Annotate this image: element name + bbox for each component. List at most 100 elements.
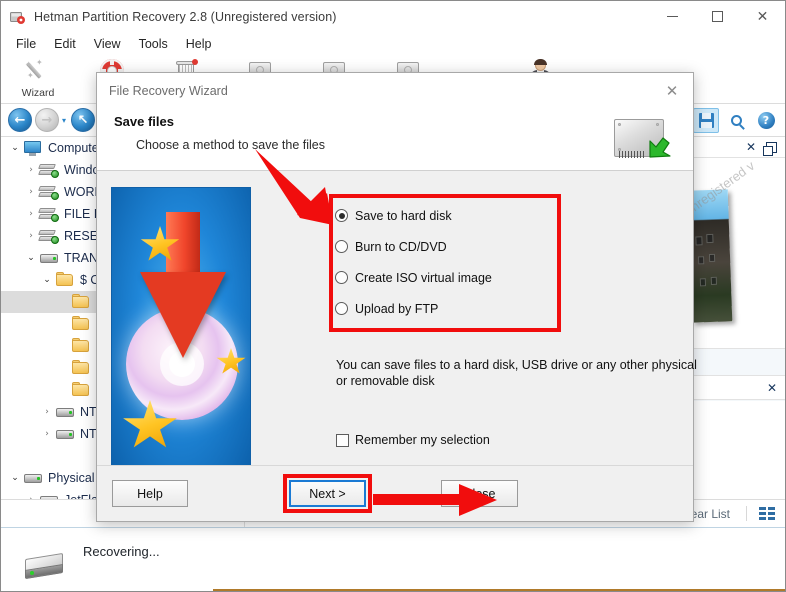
close-icon[interactable]: ✕: [767, 381, 777, 395]
chevron-right-icon[interactable]: ›: [23, 187, 39, 197]
help-icon: ?: [757, 111, 775, 129]
chevron-right-icon[interactable]: ›: [23, 209, 39, 219]
menu-item-file[interactable]: File: [7, 34, 45, 54]
close-icon[interactable]: ✕: [746, 140, 756, 154]
file-recovery-wizard-dialog: File Recovery Wizard ✕ Save files Choose…: [96, 72, 697, 522]
menu-item-help[interactable]: Help: [177, 34, 221, 54]
chevron-right-icon[interactable]: ›: [23, 165, 39, 175]
close-button[interactable]: Close: [441, 480, 518, 507]
option-label: Save to hard disk: [355, 208, 452, 223]
next-button[interactable]: Next >: [289, 480, 366, 507]
help-button[interactable]: Help: [112, 480, 188, 507]
folder-icon: [71, 360, 91, 376]
dialog-header: Save files Choose a method to save the f…: [97, 108, 693, 171]
app-logo-icon: [10, 9, 26, 25]
folder-icon: [71, 316, 91, 332]
save-button[interactable]: [693, 107, 719, 133]
chevron-right-icon[interactable]: ›: [23, 231, 39, 241]
window-title: Hetman Partition Recovery 2.8 (Unregiste…: [34, 9, 337, 24]
option-save-to-hard-disk[interactable]: Save to hard disk: [335, 200, 557, 231]
radio-create-iso-virtual-image[interactable]: [335, 271, 348, 284]
preview-thumbnail-area: Unregistered v: [682, 158, 785, 348]
folder-icon: [71, 382, 91, 398]
remember-label: Remember my selection: [355, 433, 490, 447]
folder-icon: [71, 338, 91, 354]
status-text: Recovering...: [83, 544, 160, 559]
dialog-body: Save to hard disk Burn to CD/DVD Create …: [97, 172, 697, 481]
restore-icon[interactable]: [763, 141, 777, 156]
option-burn-to-cd-dvd[interactable]: Burn to CD/DVD: [335, 231, 557, 262]
chevron-down-icon[interactable]: ▾: [62, 116, 66, 125]
grid-view-icon[interactable]: [759, 506, 775, 521]
network-drive-icon: [38, 206, 59, 222]
maximize-button[interactable]: [695, 1, 740, 32]
tree-item-label: Computer: [48, 141, 103, 155]
radio-burn-to-cd-dvd[interactable]: [335, 240, 348, 253]
network-drive-icon: [38, 228, 59, 244]
folder-icon: [71, 294, 91, 310]
option-upload-by-ftp[interactable]: Upload by FTP: [335, 293, 557, 324]
tree-item-label: NT: [80, 427, 97, 441]
status-progress-rule: [213, 589, 785, 591]
radio-upload-by-ftp[interactable]: [335, 302, 348, 315]
chevron-down-icon[interactable]: ⌄: [23, 253, 39, 263]
back-button[interactable]: ←: [8, 108, 32, 132]
preview-panel: ✕ Unregistered v ✕: [681, 137, 785, 527]
dialog-title: File Recovery Wizard: [109, 83, 228, 98]
divider: [746, 506, 747, 521]
chevron-down-icon[interactable]: ⌄: [7, 143, 23, 153]
help-button[interactable]: ?: [753, 108, 779, 133]
preview-panel-header: ✕: [682, 137, 785, 158]
minimize-button[interactable]: [650, 1, 695, 32]
save-method-options: Save to hard disk Burn to CD/DVD Create …: [335, 200, 557, 325]
menu-item-tools[interactable]: Tools: [130, 34, 177, 54]
title-bar: Hetman Partition Recovery 2.8 (Unregiste…: [1, 1, 785, 32]
magic-wand-icon: ✦ ✦ ✦: [25, 58, 43, 80]
save-icon: [698, 112, 714, 128]
dialog-close-button[interactable]: ✕: [651, 73, 693, 108]
search-button[interactable]: [723, 108, 749, 133]
chevron-right-icon[interactable]: ›: [39, 407, 55, 417]
menu-bar: File Edit View Tools Help: [1, 32, 785, 55]
dialog-title-bar: File Recovery Wizard ✕: [97, 73, 693, 108]
network-drive-icon: [38, 162, 59, 178]
hard-drive-icon: [39, 250, 59, 266]
toolbar-wizard-label: Wizard: [21, 87, 55, 99]
preview-thumbnail[interactable]: [687, 189, 733, 323]
forward-button[interactable]: →: [35, 108, 59, 132]
navbar-right-tools: ?: [693, 107, 785, 133]
checkbox-remember-selection[interactable]: [336, 433, 349, 447]
radio-save-to-hard-disk[interactable]: [335, 209, 348, 222]
chevron-down-icon[interactable]: ⌄: [39, 275, 55, 285]
option-label: Create ISO virtual image: [355, 270, 492, 285]
hard-drive-icon: [23, 470, 43, 486]
download-arrow-head: [140, 272, 226, 358]
up-button[interactable]: ↖: [71, 108, 96, 132]
option-label: Burn to CD/DVD: [355, 239, 447, 254]
chevron-right-icon[interactable]: ›: [39, 429, 55, 439]
option-label: Upload by FTP: [355, 301, 439, 316]
close-button[interactable]: ✕: [740, 1, 785, 32]
menu-item-edit[interactable]: Edit: [45, 34, 85, 54]
window-controls: ✕: [650, 1, 785, 32]
drive-icon: [23, 550, 69, 580]
hard-drive-icon: [55, 404, 75, 420]
close-icon: ✕: [756, 8, 769, 25]
option-create-iso-virtual-image[interactable]: Create ISO virtual image: [335, 262, 557, 293]
monitor-icon: [23, 140, 43, 156]
search-icon: [730, 114, 742, 126]
network-drive-icon: [38, 184, 59, 200]
application-window: Hetman Partition Recovery 2.8 (Unregiste…: [0, 0, 786, 592]
chevron-down-icon[interactable]: ⌄: [7, 473, 23, 483]
cd-download-illustration: [111, 187, 251, 481]
menu-item-view[interactable]: View: [85, 34, 130, 54]
dialog-heading: Save files: [114, 114, 174, 129]
toolbar-wizard-button[interactable]: ✦ ✦ ✦ Wizard: [1, 57, 75, 103]
dialog-footer: Help Next > Close: [97, 465, 693, 521]
folder-icon: [55, 272, 75, 288]
dialog-subheading: Choose a method to save the files: [136, 138, 326, 152]
hard-drive-icon: [55, 426, 75, 442]
remember-my-selection-row[interactable]: Remember my selection: [336, 433, 490, 447]
hard-disk-save-icon: [614, 117, 676, 163]
